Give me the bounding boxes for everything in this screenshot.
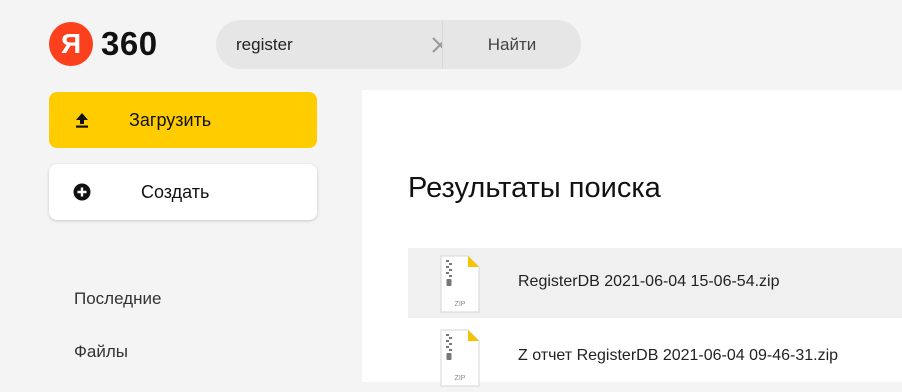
list-item[interactable]: ZIP RegisterDB 2021-06-04 15-06-54.zip [408, 248, 902, 318]
nav-item-recent[interactable]: Последние [74, 289, 161, 309]
file-type-label: ZIP [455, 375, 466, 382]
zip-file-icon: ZIP [440, 329, 480, 387]
file-name: RegisterDB 2021-06-04 15-06-54.zip [518, 273, 780, 290]
upload-label: Загрузить [129, 109, 212, 130]
upload-button[interactable]: Загрузить [49, 92, 317, 148]
create-label: Создать [141, 181, 210, 202]
yandex-logo-icon: Я [49, 22, 93, 66]
search-button[interactable]: Найти [442, 20, 581, 69]
file-name: Z отчет RegisterDB 2021-06-04 09-46-31.z… [518, 347, 839, 364]
logo-text: 360 [101, 25, 158, 62]
plus-circle-icon [73, 183, 91, 201]
zip-file-icon: ZIP [440, 255, 480, 313]
search-bar: Найти [216, 20, 581, 69]
nav-item-files[interactable]: Файлы [74, 342, 128, 362]
upload-icon [76, 113, 88, 128]
search-input[interactable] [216, 20, 418, 69]
logo[interactable]: Я 360 [49, 22, 158, 66]
page-title: Результаты поиска [408, 172, 661, 204]
create-button[interactable]: Создать [49, 164, 317, 220]
file-type-label: ZIP [455, 301, 466, 308]
main-panel: Результаты поиска ZIP RegisterDB 2021-06… [362, 90, 902, 387]
